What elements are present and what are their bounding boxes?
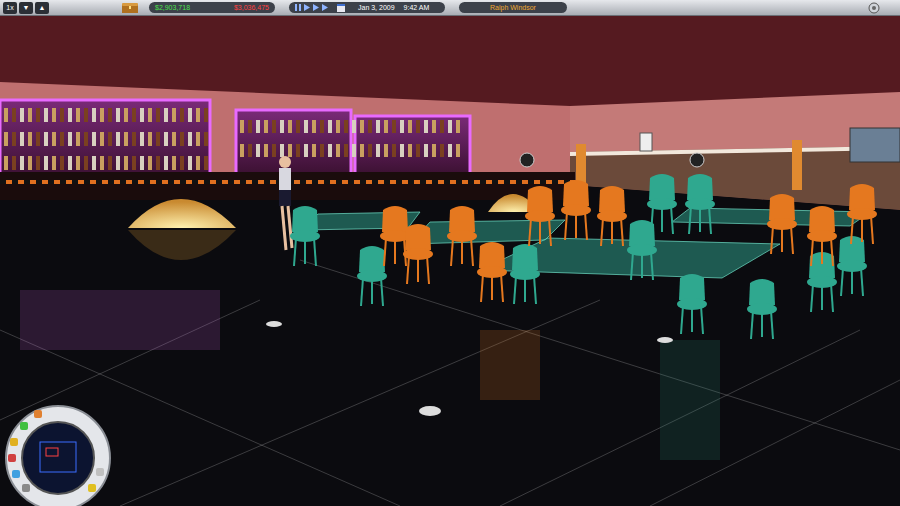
time-controls: Jan 3, 2009 9:42 AM [289, 2, 445, 13]
chair [647, 174, 677, 234]
chair [767, 194, 797, 254]
treasure-chest-icon[interactable] [121, 2, 139, 14]
speed-control-icon[interactable] [304, 4, 310, 11]
bar-scene [0, 16, 900, 506]
lamp [792, 140, 802, 190]
date: Jan 3, 2009 [358, 4, 395, 11]
tool-icon[interactable] [88, 484, 96, 492]
speed-button[interactable]: ▲ [35, 2, 49, 14]
minimap-widget[interactable] [0, 402, 116, 506]
chair [477, 242, 507, 302]
back-wall [0, 82, 570, 180]
floor-light [657, 337, 673, 343]
expenses: $3,036,475 [234, 4, 269, 11]
floor [0, 175, 900, 506]
chair [290, 206, 320, 266]
chair [837, 236, 867, 296]
tool-icon[interactable] [8, 454, 16, 462]
player-field: Ralph Windsor [459, 2, 567, 13]
speed-buttons: 1x▼▲ [3, 2, 59, 14]
game-screen: 1x▼▲ $2,903,718 $3,036,475 Jan 3, 2009 9:42 … [0, 0, 900, 506]
chair [525, 186, 555, 246]
stained-glass-arch [128, 199, 236, 228]
dartboard [520, 153, 534, 167]
chair [561, 180, 591, 240]
wall-picture [640, 133, 652, 151]
tool-icon[interactable] [12, 470, 20, 478]
liquor-shelf [355, 116, 470, 176]
chair [403, 224, 433, 284]
speed-control-icon[interactable] [295, 4, 301, 11]
tool-icon[interactable] [22, 484, 30, 492]
dartboard [690, 153, 704, 167]
chair [807, 206, 837, 266]
tool-icon[interactable] [20, 422, 28, 430]
chair [677, 274, 707, 334]
minimap[interactable] [22, 422, 94, 494]
chair [597, 186, 627, 246]
speed-button[interactable]: 1x [3, 2, 17, 14]
chair [747, 279, 777, 339]
game-view[interactable] [0, 16, 900, 506]
chair [357, 246, 387, 306]
tool-icon[interactable] [96, 468, 104, 476]
speed-button[interactable]: ▼ [19, 2, 33, 14]
tool-icon[interactable] [34, 410, 42, 418]
time: 9:42 AM [404, 4, 430, 11]
chair [847, 184, 877, 244]
chair [685, 174, 715, 234]
finance-field: $2,903,718 $3,036,475 [149, 2, 275, 13]
calendar-icon[interactable] [337, 4, 345, 12]
top-toolbar: 1x▼▲ $2,903,718 $3,036,475 Jan 3, 2009 9:42 … [0, 0, 900, 16]
liquor-shelf [236, 110, 351, 176]
liquor-shelf [0, 100, 210, 180]
speed-control-icon[interactable] [313, 4, 319, 11]
floor-light [266, 321, 282, 327]
chair [510, 244, 540, 304]
options-icon[interactable] [868, 2, 880, 14]
tool-icon[interactable] [10, 438, 18, 446]
wall-painting [850, 128, 900, 162]
cash: $2,903,718 [155, 4, 190, 11]
chair [447, 206, 477, 266]
player-name: Ralph Windsor [490, 4, 536, 11]
speed-control-icon[interactable] [322, 4, 328, 11]
chair [627, 220, 657, 280]
floor-light [419, 406, 441, 416]
